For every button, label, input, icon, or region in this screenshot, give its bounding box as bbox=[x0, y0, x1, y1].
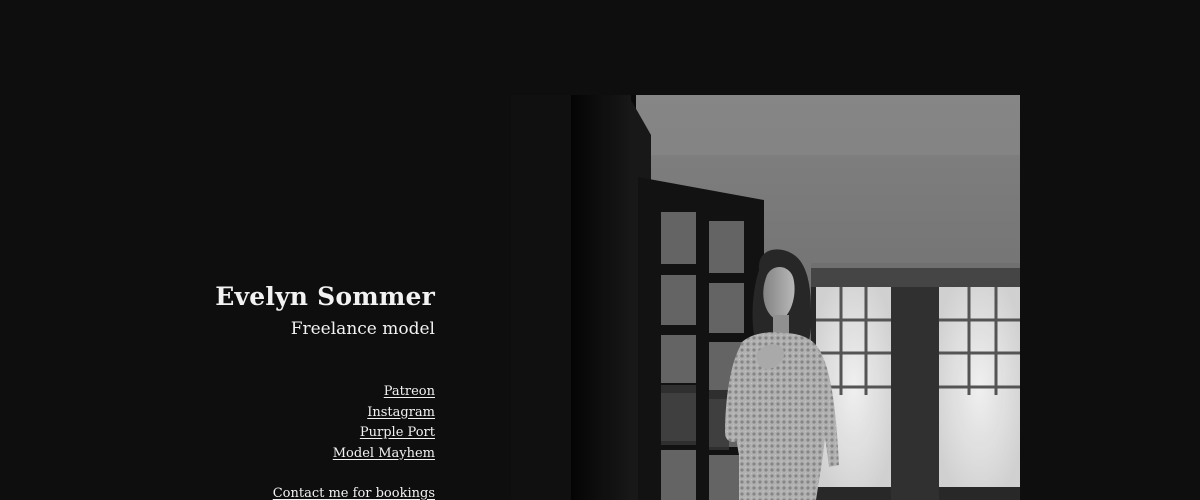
portrait-image bbox=[511, 95, 1020, 500]
contact-link[interactable]: Contact me for bookings bbox=[115, 484, 435, 500]
intro-block: Evelyn Sommer Freelance model Patreon In… bbox=[115, 280, 435, 500]
link-purple-port[interactable]: Purple Port bbox=[115, 423, 435, 444]
page: Evelyn Sommer Freelance model Patreon In… bbox=[0, 0, 1200, 500]
link-patreon[interactable]: Patreon bbox=[115, 382, 435, 403]
model-tagline: Freelance model bbox=[290, 319, 435, 339]
social-links: Patreon Instagram Purple Port Model Mayh… bbox=[115, 382, 435, 464]
link-model-mayhem[interactable]: Model Mayhem bbox=[115, 444, 435, 465]
link-instagram[interactable]: Instagram bbox=[115, 403, 435, 424]
portrait-photo[interactable] bbox=[511, 95, 1020, 500]
model-name: Evelyn Sommer bbox=[215, 282, 435, 311]
